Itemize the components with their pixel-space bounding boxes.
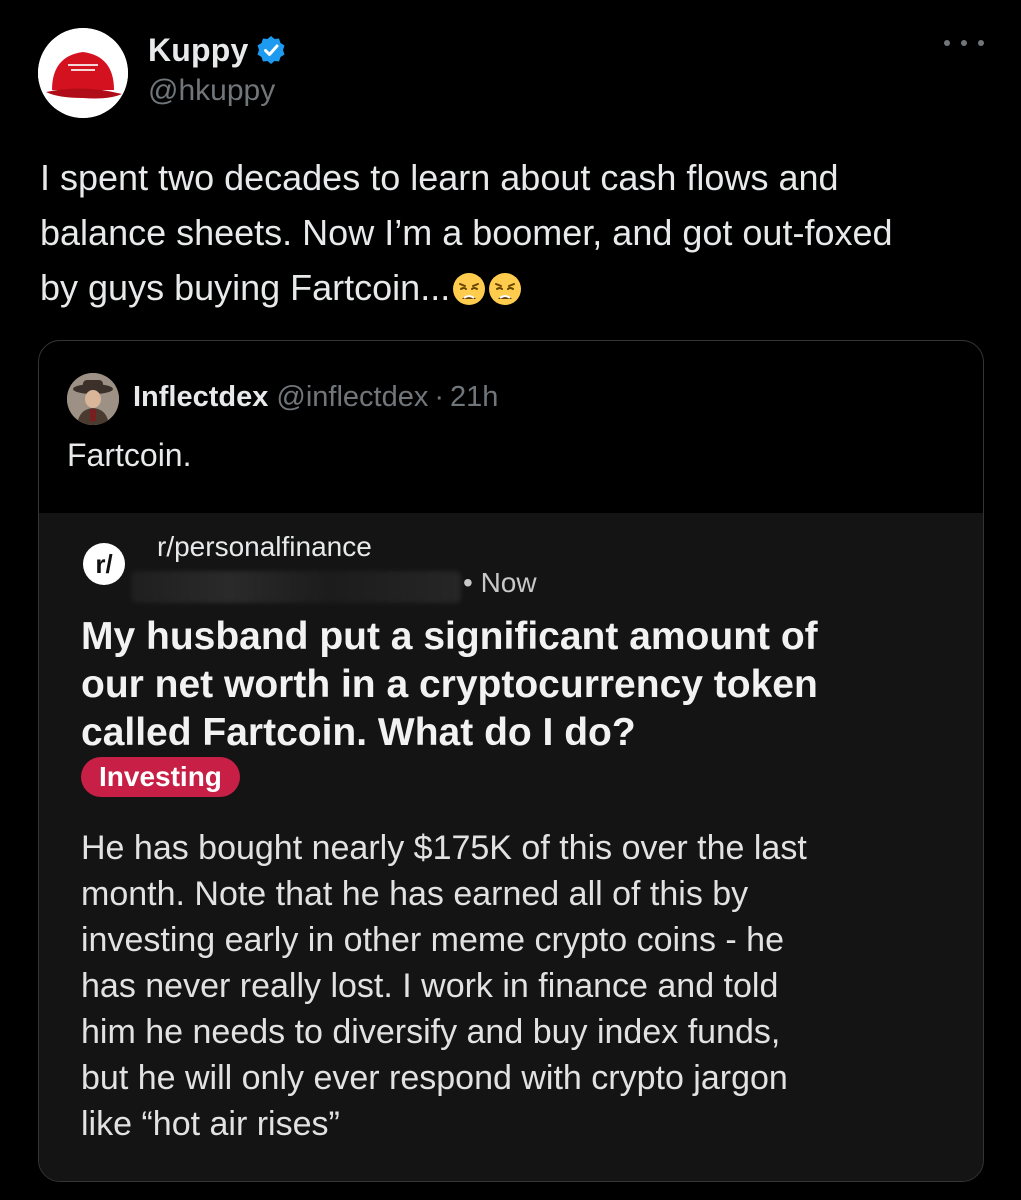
post-body: He has bought nearly $175K of this over … — [81, 825, 961, 1147]
post-body-line: investing early in other meme crypto coi… — [81, 921, 784, 959]
verified-badge-icon[interactable] — [255, 34, 287, 66]
author-handle[interactable]: @hkuppy — [148, 74, 275, 108]
red-cap-icon — [38, 28, 128, 118]
tweet-text-line: I spent two decades to learn about cash … — [40, 157, 839, 198]
post-body-line: him he needs to diversify and buy index … — [81, 1013, 781, 1051]
quoted-author-avatar[interactable] — [67, 373, 119, 425]
quoted-timestamp[interactable]: 21h — [450, 381, 498, 414]
weary-face-emoji-icon — [488, 266, 522, 305]
post-title-line: called Fartcoin. What do I do? — [81, 711, 636, 754]
post-body-line: has never really lost. I work in finance… — [81, 967, 779, 1005]
author-name-row: Kuppy — [148, 30, 287, 70]
dot — [944, 40, 950, 46]
weary-face-emoji-icon — [452, 266, 486, 305]
author-avatar[interactable] — [38, 28, 128, 118]
dot — [978, 40, 984, 46]
more-options-icon[interactable] — [944, 28, 984, 58]
post-title: My husband put a significant amount of o… — [81, 613, 961, 757]
dot — [961, 40, 967, 46]
reddit-post-image[interactable]: r/ r/personalfinance • Now My husband pu… — [39, 513, 983, 1181]
quoted-handle[interactable]: @inflectdex — [276, 381, 428, 414]
quoted-display-name[interactable]: Inflectdex — [133, 381, 268, 414]
post-body-line: like “hot air rises” — [81, 1105, 340, 1143]
quoted-text: Fartcoin. — [67, 437, 192, 473]
subreddit-name: r/personalfinance — [157, 531, 372, 562]
tweet: Kuppy @hkuppy I spent two decades to lea… — [0, 0, 1021, 1200]
author-display-name[interactable]: Kuppy — [148, 32, 249, 69]
separator: · — [434, 380, 444, 413]
post-time: • Now — [463, 567, 537, 598]
post-body-line: month. Note that he has earned all of th… — [81, 875, 749, 913]
post-title-line: our net worth in a cryptocurrency token — [81, 663, 818, 706]
post-title-line: My husband put a significant amount of — [81, 615, 818, 658]
subreddit-icon: r/ — [83, 543, 125, 585]
post-body-line: He has bought nearly $175K of this over … — [81, 829, 807, 867]
tweet-text-line: by guys buying Fartcoin... — [40, 267, 451, 308]
tweet-text: I spent two decades to learn about cash … — [40, 150, 990, 315]
tweet-text-line: balance sheets. Now I’m a boomer, and go… — [40, 212, 893, 253]
cowboy-portrait-icon — [67, 373, 119, 425]
quoted-header: Inflectdex @inflectdex · 21h — [133, 375, 498, 419]
quoted-tweet[interactable]: Inflectdex @inflectdex · 21h Fartcoin. r… — [38, 340, 984, 1182]
redacted-username — [131, 571, 461, 603]
post-body-line: but he will only ever respond with crypt… — [81, 1059, 788, 1097]
tweet-text-line-last: by guys buying Fartcoin... — [40, 260, 990, 315]
post-flair: Investing — [81, 757, 240, 797]
